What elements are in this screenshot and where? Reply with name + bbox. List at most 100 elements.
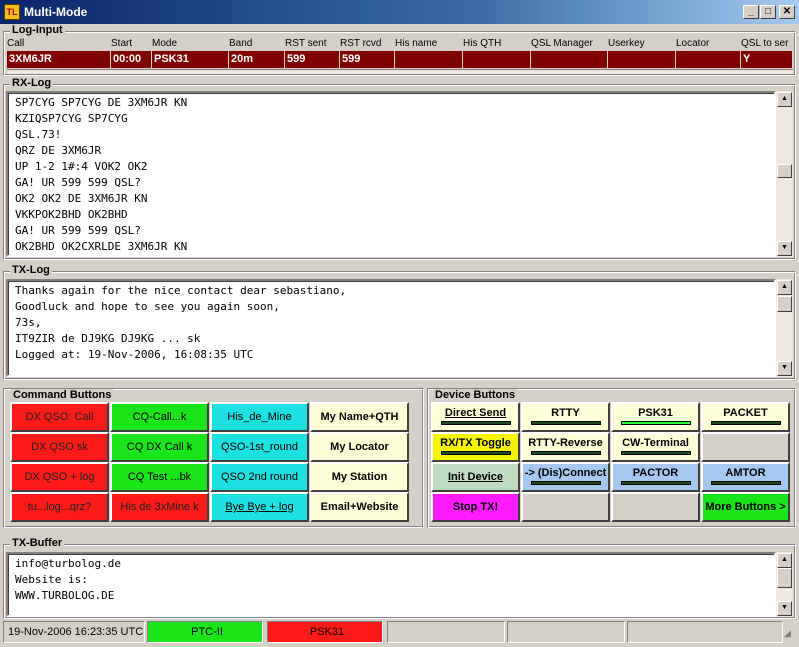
status-datetime: 19-Nov-2006 16:23:35 UTC <box>3 621 145 643</box>
cmd-email-website-button[interactable]: Email+Website <box>310 492 409 522</box>
rtty-reverse-button[interactable]: RTTY-Reverse <box>521 432 610 462</box>
band-field[interactable]: 20m <box>229 51 285 68</box>
pactor-button[interactable]: PACTOR <box>611 462 700 492</box>
rst-rcvd-field[interactable]: 599 <box>340 51 395 68</box>
packet-label: PACKET <box>723 407 768 419</box>
log-input-title: Log-Input <box>10 24 65 36</box>
tx-scroll-up-icon[interactable]: ▲ <box>777 280 792 295</box>
more-buttons-label: More Buttons > <box>705 501 786 513</box>
direct-send-button[interactable]: Direct Send <box>431 402 520 432</box>
window-title: Multi-Mode <box>24 5 88 19</box>
cmd-qso-1st-round-button[interactable]: QSO-1st_round <box>210 432 309 462</box>
status-panel-4 <box>387 621 505 643</box>
col-header-mode: Mode <box>152 38 178 49</box>
cw-terminal-button[interactable]: CW-Terminal <box>611 432 700 462</box>
amtor-led <box>710 481 781 485</box>
rst-sent-field[interactable]: 599 <box>285 51 340 68</box>
empty-device-button-3[interactable] <box>611 492 700 522</box>
col-header-rst-sent: RST sent <box>285 38 327 49</box>
mode-field[interactable]: PSK31 <box>152 51 229 68</box>
cmd-dx-qso-log-button[interactable]: DX QSO + log <box>10 462 109 492</box>
dis-connect-led <box>530 481 601 485</box>
cmd-my-name-qth-button[interactable]: My Name+QTH <box>310 402 409 432</box>
init-device-button[interactable]: Init Device <box>431 462 520 492</box>
rtty-reverse-label: RTTY-Reverse <box>528 437 603 449</box>
locator-field[interactable] <box>676 51 741 68</box>
cmd-his-de-3xmine-button[interactable]: His de 3xMine k <box>110 492 209 522</box>
col-header-his-qth: His QTH <box>463 38 502 49</box>
rtty-reverse-led <box>530 451 601 455</box>
amtor-button[interactable]: AMTOR <box>701 462 790 492</box>
rx-tx-toggle-label: RX/TX Toggle <box>440 437 511 449</box>
dis-connect-label: -> (Dis)Connect <box>524 467 607 479</box>
resize-grip-icon[interactable]: ◢ <box>784 628 796 642</box>
stop-tx-button[interactable]: Stop TX! <box>431 492 520 522</box>
cmd-cq-call-button[interactable]: CQ-Call...k <box>110 402 209 432</box>
psk31-label: PSK31 <box>638 407 673 419</box>
close-button[interactable]: ✕ <box>779 5 795 19</box>
status-panel-5 <box>507 621 625 643</box>
cmd-qso-2nd-round-button[interactable]: QSO 2nd round <box>210 462 309 492</box>
packet-button[interactable]: PACKET <box>701 402 790 432</box>
app-icon[interactable]: TL <box>4 4 20 20</box>
txbuf-scroll-down-icon[interactable]: ▼ <box>777 601 792 616</box>
col-header-rst-rcvd: RST rcvd <box>340 38 382 49</box>
cmd-his-de-mine-button[interactable]: His_de_Mine <box>210 402 309 432</box>
rtty-label: RTTY <box>551 407 580 419</box>
cmd-cq-dx-call-button[interactable]: CQ DX Call k <box>110 432 209 462</box>
tx-log-text[interactable]: Thanks again for the nice contact dear s… <box>6 279 776 377</box>
psk31-button[interactable]: PSK31 <box>611 402 700 432</box>
empty-device-button-2[interactable] <box>521 492 610 522</box>
packet-led <box>710 421 781 425</box>
rtty-button[interactable]: RTTY <box>521 402 610 432</box>
tx-buffer-text[interactable]: info@turbolog.de Website is: WWW.TURBOLO… <box>6 552 776 617</box>
maximize-button[interactable]: □ <box>760 5 776 19</box>
direct-send-label: Direct Send <box>444 407 507 419</box>
cmd-my-locator-button[interactable]: My Locator <box>310 432 409 462</box>
qsl-manager-field[interactable] <box>531 51 608 68</box>
rtty-led <box>530 421 601 425</box>
more-buttons-button[interactable]: More Buttons > <box>701 492 790 522</box>
cmd-cq-test-button[interactable]: CQ Test ...bk <box>110 462 209 492</box>
col-header-start: Start <box>111 38 133 49</box>
rx-log-text[interactable]: SP7CYG SP7CYG DE 3XM6JR KN KZIQSP7CYG SP… <box>6 91 776 257</box>
direct-send-led <box>440 421 511 425</box>
txbuf-scroll-thumb[interactable] <box>777 568 792 588</box>
rx-scroll-down-icon[interactable]: ▼ <box>777 241 792 256</box>
start-field[interactable]: 00:00 <box>111 51 152 68</box>
cmd-tu-log-qrz-button[interactable]: tu...log...qrz? <box>10 492 109 522</box>
cmd-dx-qso-sk-button[interactable]: DX QSO sk <box>10 432 109 462</box>
his-qth-field[interactable] <box>463 51 531 68</box>
tx-scroll-down-icon[interactable]: ▼ <box>777 361 792 376</box>
qsl-to-field[interactable]: Y <box>741 51 793 68</box>
empty-device-button-1[interactable] <box>701 432 790 462</box>
cw-terminal-led <box>620 451 691 455</box>
cw-terminal-label: CW-Terminal <box>622 437 689 449</box>
cmd-bye-bye-log-button[interactable]: Bye Bye + log <box>210 492 309 522</box>
col-header-locator: Locator <box>676 38 710 49</box>
tx-buffer-title: TX-Buffer <box>10 537 65 549</box>
dis-connect-button[interactable]: -> (Dis)Connect <box>521 462 610 492</box>
status-panel-6 <box>627 621 783 643</box>
rx-tx-toggle-button[interactable]: RX/TX Toggle <box>431 432 520 462</box>
userkey-field[interactable] <box>608 51 676 68</box>
cmd-my-station-button[interactable]: My Station <box>310 462 409 492</box>
col-header-userkey: Userkey <box>608 38 645 49</box>
title-bar[interactable] <box>0 0 799 24</box>
col-header-his-name: His name <box>395 38 438 49</box>
pactor-label: PACTOR <box>632 467 679 479</box>
status-device: PTC-II <box>147 621 263 643</box>
col-header-qsl-to: QSL to ser <box>741 38 789 49</box>
his-name-field[interactable] <box>395 51 463 68</box>
call-field[interactable]: 3XM6JR <box>7 51 111 68</box>
tx-scroll-thumb[interactable] <box>777 296 792 312</box>
rx-scroll-up-icon[interactable]: ▲ <box>777 92 792 107</box>
status-mode: PSK31 <box>267 621 383 643</box>
minimize-button[interactable]: _ <box>743 5 759 19</box>
psk31-led <box>620 421 691 425</box>
cmd-dx-qso-call-button[interactable]: DX QSO: Call <box>10 402 109 432</box>
txbuf-scroll-up-icon[interactable]: ▲ <box>777 553 792 568</box>
rx-scroll-thumb[interactable] <box>777 164 792 178</box>
device-buttons-title: Device Buttons <box>433 389 518 401</box>
log-input-hscrollbar[interactable] <box>7 69 793 74</box>
